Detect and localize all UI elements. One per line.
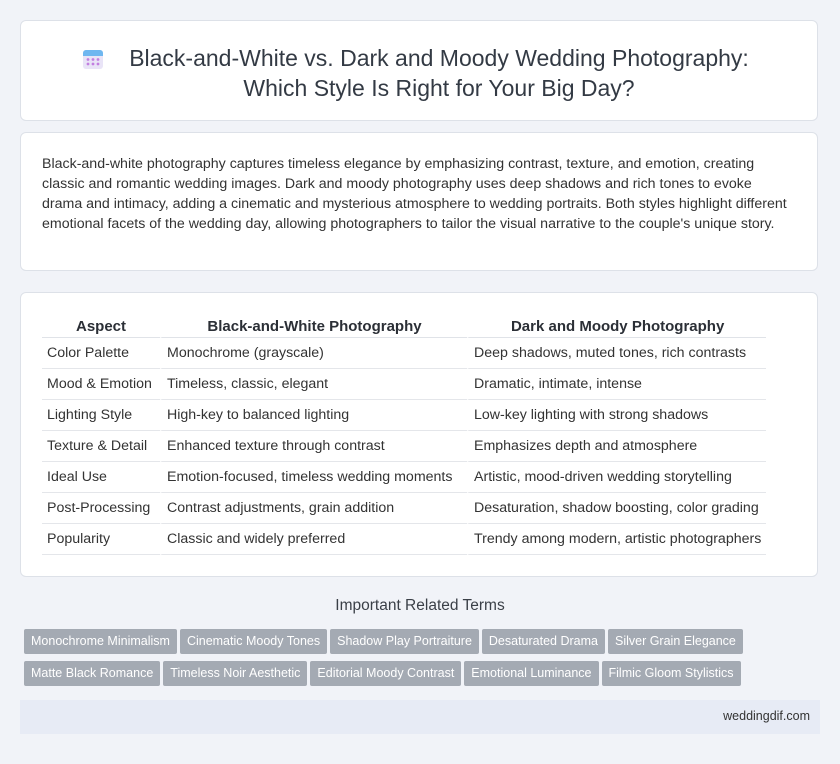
- page-title: Black-and-White vs. Dark and Moody Weddi…: [129, 45, 749, 101]
- related-term-tag[interactable]: Editorial Moody Contrast: [310, 661, 462, 686]
- table-row: Texture & Detail Enhanced texture throug…: [42, 431, 767, 462]
- table-row: Post-Processing Contrast adjustments, gr…: [42, 493, 767, 524]
- related-term-tag[interactable]: Filmic Gloom Stylistics: [601, 661, 741, 686]
- table-row: Lighting Style High-key to balanced ligh…: [42, 400, 767, 431]
- table-header-row: Aspect Black-and-White Photography Dark …: [42, 315, 767, 338]
- row-bw-value: Enhanced texture through contrast: [160, 431, 467, 462]
- row-moody-value: Trendy among modern, artistic photograph…: [467, 524, 767, 555]
- row-bw-value: Emotion-focused, timeless wedding moment…: [160, 462, 467, 493]
- related-term-tag[interactable]: Timeless Noir Aesthetic: [163, 661, 308, 686]
- header-black-and-white: Black-and-White Photography: [160, 315, 467, 338]
- related-term-tag[interactable]: Cinematic Moody Tones: [179, 629, 328, 654]
- row-moody-value: Artistic, mood-driven wedding storytelli…: [467, 462, 767, 493]
- related-term-tag[interactable]: Shadow Play Portraiture: [330, 629, 479, 654]
- related-terms-list: Monochrome Minimalism Cinematic Moody Ton…: [24, 629, 804, 693]
- comparison-card: Aspect Black-and-White Photography Dark …: [20, 292, 818, 577]
- row-bw-value: Timeless, classic, elegant: [160, 369, 467, 400]
- row-moody-value: Desaturation, shadow boosting, color gra…: [467, 493, 767, 524]
- footer: weddingdif.com: [20, 700, 820, 734]
- intro-card: Black-and-white photography captures tim…: [20, 132, 818, 271]
- row-moody-value: Deep shadows, muted tones, rich contrast…: [467, 338, 767, 369]
- row-moody-value: Dramatic, intimate, intense: [467, 369, 767, 400]
- header-dark-and-moody: Dark and Moody Photography: [467, 315, 767, 338]
- row-bw-value: High-key to balanced lighting: [160, 400, 467, 431]
- title-card: Black-and-White vs. Dark and Moody Weddi…: [20, 20, 818, 121]
- related-terms-title: Important Related Terms: [335, 597, 505, 614]
- comparison-table: Aspect Black-and-White Photography Dark …: [42, 315, 767, 555]
- row-aspect: Popularity: [42, 524, 160, 555]
- row-moody-value: Low-key lighting with strong shadows: [467, 400, 767, 431]
- footer-site-name[interactable]: weddingdif.com: [723, 709, 810, 723]
- row-bw-value: Classic and widely preferred: [160, 524, 467, 555]
- row-aspect: Ideal Use: [42, 462, 160, 493]
- related-term-tag[interactable]: Monochrome Minimalism: [24, 629, 177, 654]
- intro-paragraph: Black-and-white photography captures tim…: [42, 156, 787, 232]
- table-row: Mood & Emotion Timeless, classic, elegan…: [42, 369, 767, 400]
- table-row: Color Palette Monochrome (grayscale) Dee…: [42, 338, 767, 369]
- row-aspect: Mood & Emotion: [42, 369, 160, 400]
- row-moody-value: Emphasizes depth and atmosphere: [467, 431, 767, 462]
- row-aspect: Post-Processing: [42, 493, 160, 524]
- row-aspect: Lighting Style: [42, 400, 160, 431]
- header-aspect: Aspect: [42, 315, 160, 338]
- row-aspect: Color Palette: [42, 338, 160, 369]
- related-term-tag[interactable]: Matte Black Romance: [24, 661, 161, 686]
- table-row: Ideal Use Emotion-focused, timeless wedd…: [42, 462, 767, 493]
- row-bw-value: Monochrome (grayscale): [160, 338, 467, 369]
- row-bw-value: Contrast adjustments, grain addition: [160, 493, 467, 524]
- related-term-tag[interactable]: Silver Grain Elegance: [607, 629, 743, 654]
- row-aspect: Texture & Detail: [42, 431, 160, 462]
- related-term-tag[interactable]: Emotional Luminance: [464, 661, 599, 686]
- related-term-tag[interactable]: Desaturated Drama: [481, 629, 605, 654]
- table-row: Popularity Classic and widely preferred …: [42, 524, 767, 555]
